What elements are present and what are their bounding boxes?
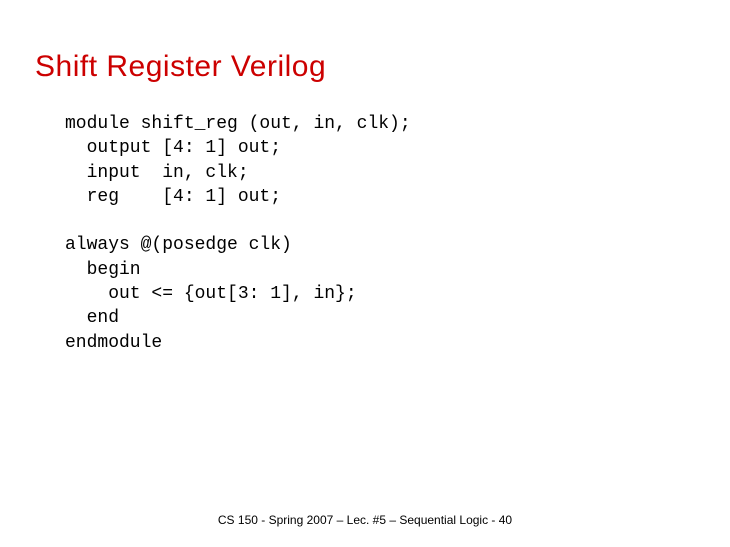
code-block: module shift_reg (out, in, clk); output … (65, 112, 695, 355)
slide-footer: CS 150 - Spring 2007 – Lec. #5 – Sequent… (0, 513, 730, 527)
code-line: begin (65, 260, 141, 280)
code-line: always @(posedge clk) (65, 235, 292, 255)
code-line: output [4: 1] out; (65, 138, 281, 158)
code-line: module shift_reg (out, in, clk); (65, 114, 411, 134)
code-line: endmodule (65, 333, 162, 353)
code-line: end (65, 308, 119, 328)
code-line: input in, clk; (65, 163, 249, 183)
slide: Shift Register Verilog module shift_reg … (0, 0, 730, 547)
slide-title: Shift Register Verilog (35, 50, 695, 84)
code-line: out <= {out[3: 1], in}; (65, 284, 357, 304)
code-line: reg [4: 1] out; (65, 187, 281, 207)
